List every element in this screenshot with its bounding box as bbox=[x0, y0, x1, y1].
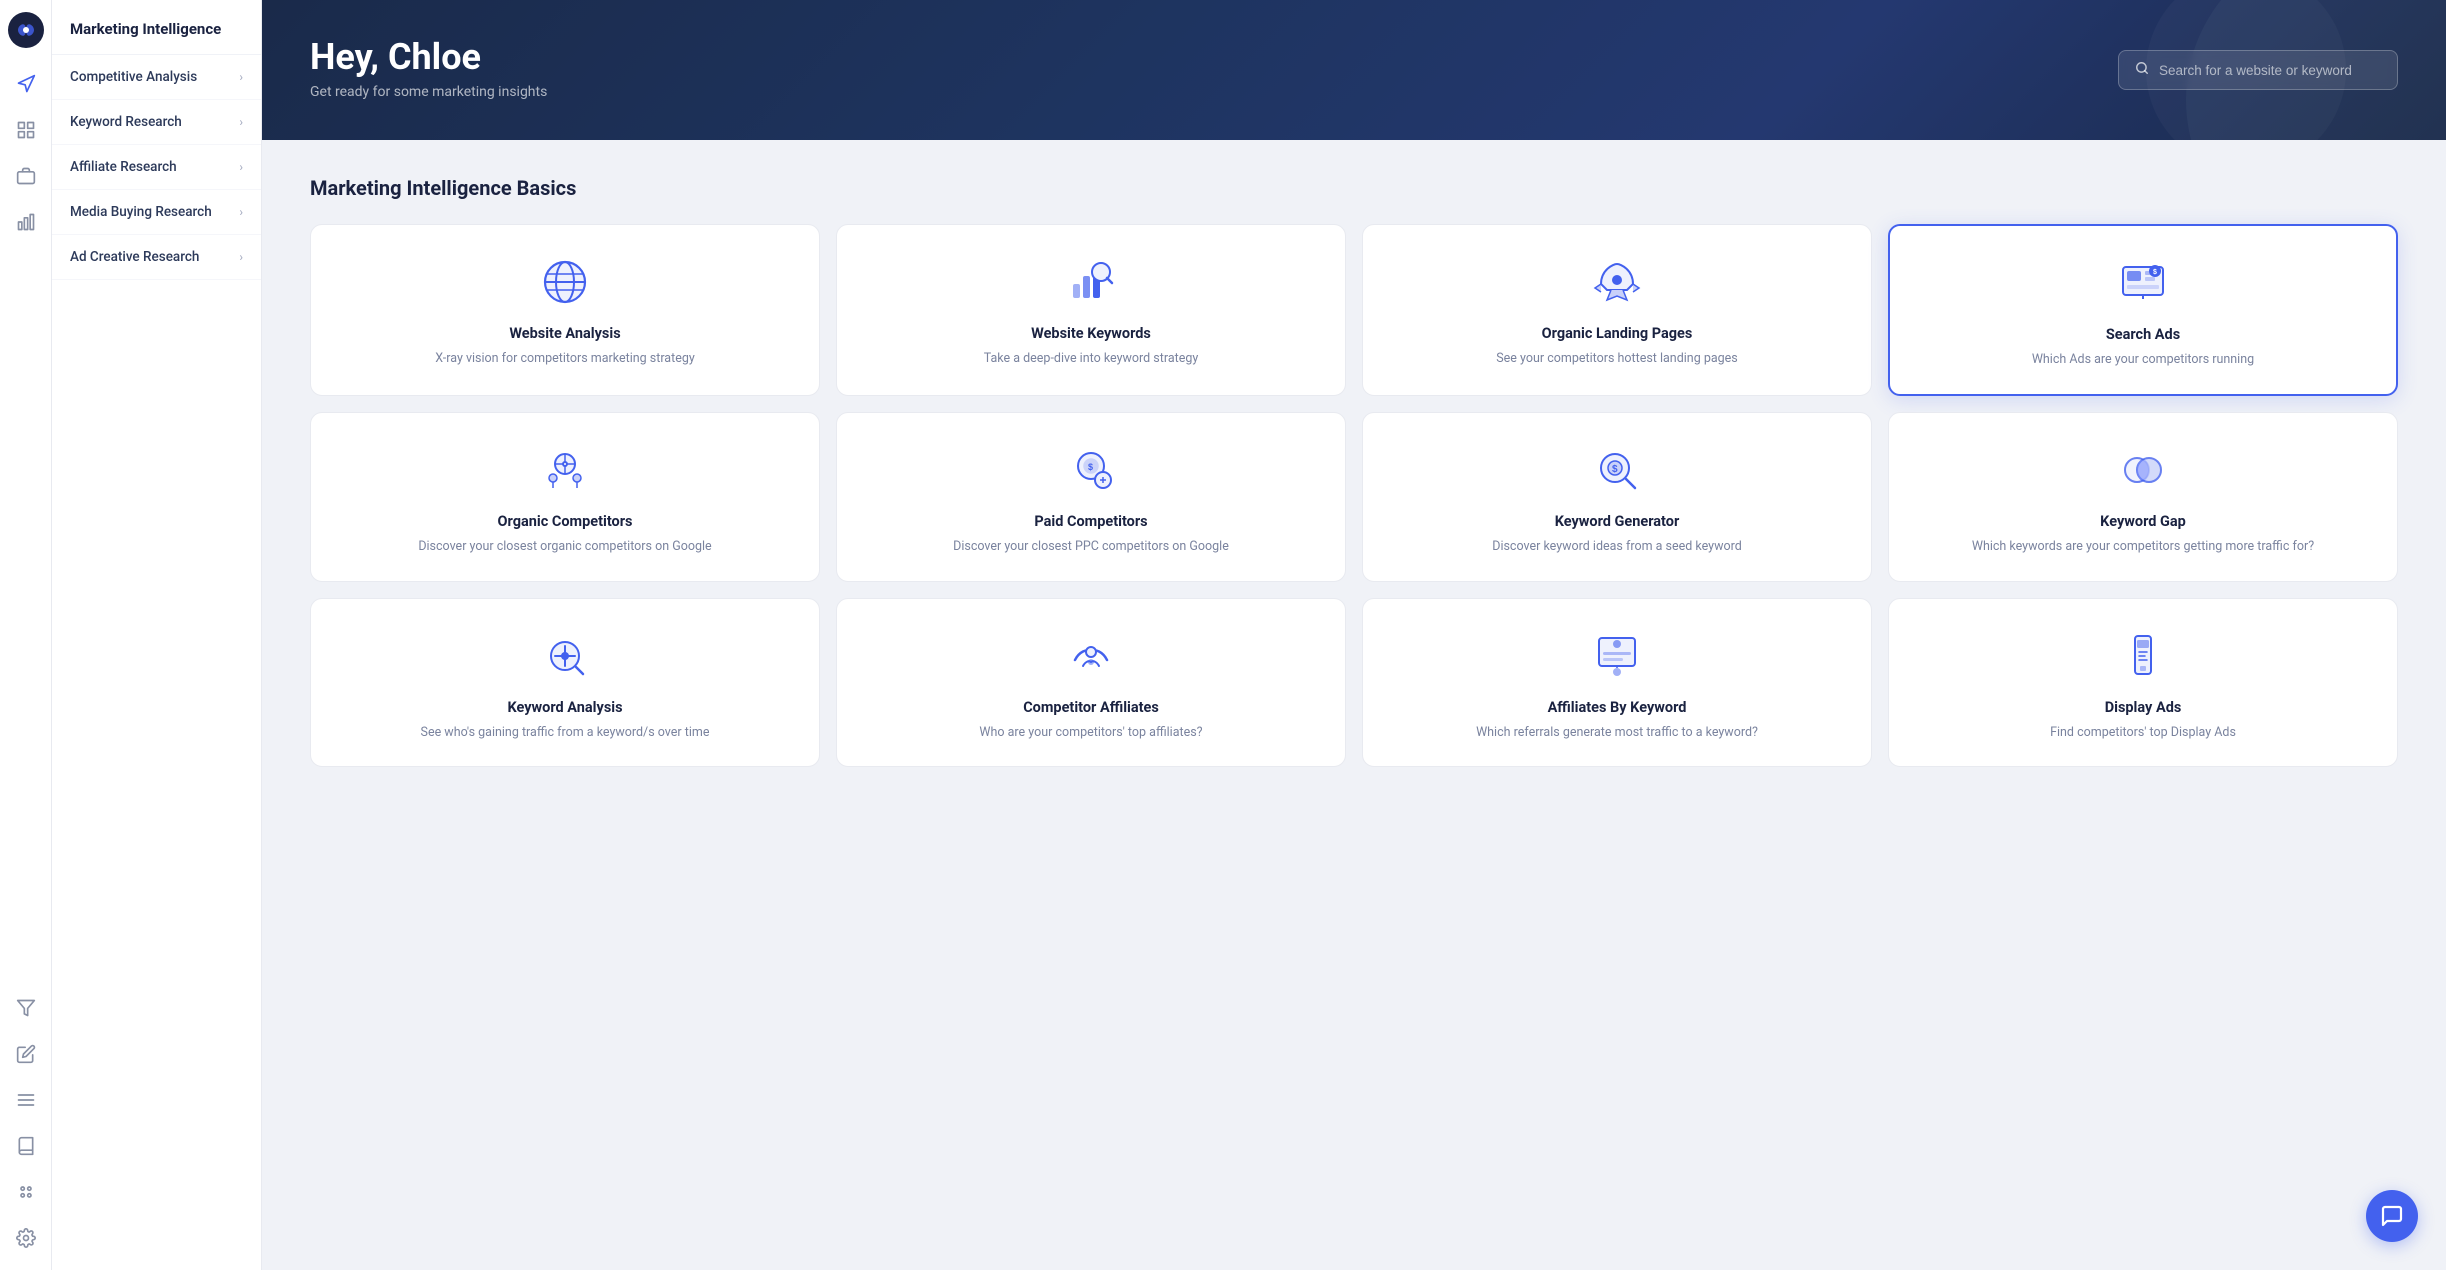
card-title: Organic Landing Pages bbox=[1542, 325, 1693, 342]
keyword-gen-icon: $ bbox=[1588, 441, 1646, 499]
megaphone-icon[interactable] bbox=[6, 64, 46, 104]
card-competitor-affiliates[interactable]: Competitor Affiliates Who are your compe… bbox=[836, 598, 1346, 768]
sidebar-item-keyword-research[interactable]: Keyword Research › bbox=[52, 100, 261, 145]
edit-icon[interactable] bbox=[6, 1034, 46, 1074]
card-title: Website Analysis bbox=[509, 325, 620, 342]
card-desc: Which Ads are your competitors running bbox=[2032, 351, 2254, 370]
card-keyword-gap[interactable]: Keyword Gap Which keywords are your comp… bbox=[1888, 412, 2398, 582]
sidebar-item-ad-creative-research[interactable]: Ad Creative Research › bbox=[52, 235, 261, 280]
card-title: Competitor Affiliates bbox=[1023, 699, 1159, 716]
sidebar: Marketing Intelligence Competitive Analy… bbox=[52, 0, 262, 1270]
main-area: Hey, Chloe Get ready for some marketing … bbox=[262, 0, 2446, 1270]
apps-icon[interactable] bbox=[6, 1172, 46, 1212]
chevron-right-icon: › bbox=[239, 115, 243, 129]
card-affiliates-by-keyword[interactable]: Affiliates By Keyword Which referrals ge… bbox=[1362, 598, 1872, 768]
cards-grid: Website Analysis X-ray vision for compet… bbox=[310, 224, 2398, 767]
card-desc: See your competitors hottest landing pag… bbox=[1496, 350, 1738, 369]
card-desc: Which keywords are your competitors gett… bbox=[1972, 538, 2314, 557]
paid-competitors-icon: $ bbox=[1062, 441, 1120, 499]
card-desc: Discover keyword ideas from a seed keywo… bbox=[1492, 538, 1742, 557]
sidebar-title: Marketing Intelligence bbox=[52, 0, 261, 55]
search-chart-icon bbox=[1062, 253, 1120, 311]
app-logo[interactable] bbox=[8, 12, 44, 48]
card-desc: Find competitors' top Display Ads bbox=[2050, 724, 2236, 743]
card-title: Affiliates By Keyword bbox=[1548, 699, 1687, 716]
section-title: Marketing Intelligence Basics bbox=[310, 176, 2398, 200]
card-paid-competitors[interactable]: $ Paid Competitors Discover your closest… bbox=[836, 412, 1346, 582]
card-organic-competitors[interactable]: Organic Competitors Discover your closes… bbox=[310, 412, 820, 582]
card-desc: Discover your closest PPC competitors on… bbox=[953, 538, 1229, 557]
competitors-icon bbox=[536, 441, 594, 499]
card-organic-landing-pages[interactable]: Organic Landing Pages See your competito… bbox=[1362, 224, 1872, 396]
header: Hey, Chloe Get ready for some marketing … bbox=[262, 0, 2446, 140]
book-icon[interactable] bbox=[6, 1126, 46, 1166]
sidebar-item-media-buying-research[interactable]: Media Buying Research › bbox=[52, 190, 261, 235]
chevron-right-icon: › bbox=[239, 250, 243, 264]
icon-rail bbox=[0, 0, 52, 1270]
card-desc: Take a deep-dive into keyword strategy bbox=[984, 350, 1199, 369]
card-title: Organic Competitors bbox=[498, 513, 633, 530]
chevron-right-icon: › bbox=[239, 70, 243, 84]
sidebar-item-affiliate-research[interactable]: Affiliate Research › bbox=[52, 145, 261, 190]
briefcase-icon[interactable] bbox=[6, 156, 46, 196]
affiliates-kw-icon bbox=[1588, 627, 1646, 685]
search-box[interactable] bbox=[2118, 50, 2398, 90]
display-ads-icon bbox=[2114, 627, 2172, 685]
grid-icon[interactable] bbox=[6, 110, 46, 150]
keyword-gap-icon bbox=[2114, 441, 2172, 499]
keyword-analysis-icon bbox=[536, 627, 594, 685]
card-desc: See who's gaining traffic from a keyword… bbox=[421, 724, 710, 743]
card-search-ads[interactable]: $ Search Ads Which Ads are your competit… bbox=[1888, 224, 2398, 396]
card-title: Keyword Generator bbox=[1555, 513, 1680, 530]
menu-icon[interactable] bbox=[6, 1080, 46, 1120]
globe-icon bbox=[536, 253, 594, 311]
card-website-analysis[interactable]: Website Analysis X-ray vision for compet… bbox=[310, 224, 820, 396]
card-desc: Who are your competitors' top affiliates… bbox=[979, 724, 1202, 743]
card-title: Keyword Gap bbox=[2100, 513, 2186, 530]
svg-text:$: $ bbox=[2153, 269, 2157, 276]
card-title: Display Ads bbox=[2105, 699, 2182, 716]
card-website-keywords[interactable]: Website Keywords Take a deep-dive into k… bbox=[836, 224, 1346, 396]
sidebar-item-competitive-analysis[interactable]: Competitive Analysis › bbox=[52, 55, 261, 100]
bar-chart-icon[interactable] bbox=[6, 202, 46, 242]
card-desc: Discover your closest organic competitor… bbox=[418, 538, 711, 557]
svg-text:$: $ bbox=[1088, 462, 1093, 472]
ad-screen-icon: $ bbox=[2114, 254, 2172, 312]
chevron-right-icon: › bbox=[239, 160, 243, 174]
card-keyword-analysis[interactable]: Keyword Analysis See who's gaining traff… bbox=[310, 598, 820, 768]
card-display-ads[interactable]: Display Ads Find competitors' top Displa… bbox=[1888, 598, 2398, 768]
card-desc: X-ray vision for competitors marketing s… bbox=[435, 350, 695, 369]
subtitle-text: Get ready for some marketing insights bbox=[310, 84, 2398, 100]
filter-icon[interactable] bbox=[6, 988, 46, 1028]
card-title: Paid Competitors bbox=[1034, 513, 1147, 530]
card-desc: Which referrals generate most traffic to… bbox=[1476, 724, 1758, 743]
settings-icon[interactable] bbox=[6, 1218, 46, 1258]
svg-text:$: $ bbox=[1612, 464, 1618, 475]
card-title: Search Ads bbox=[2106, 326, 2180, 343]
rocket-icon bbox=[1588, 253, 1646, 311]
greeting-text: Hey, Chloe bbox=[310, 36, 2398, 78]
content-area: Marketing Intelligence Basics Website An… bbox=[262, 140, 2446, 1270]
chat-button[interactable] bbox=[2366, 1190, 2418, 1242]
search-input[interactable] bbox=[2159, 63, 2381, 78]
card-keyword-generator[interactable]: $ Keyword Generator Discover keyword ide… bbox=[1362, 412, 1872, 582]
affiliates-icon bbox=[1062, 627, 1120, 685]
card-title: Keyword Analysis bbox=[507, 699, 622, 716]
search-icon bbox=[2135, 61, 2149, 79]
card-title: Website Keywords bbox=[1031, 325, 1151, 342]
chevron-right-icon: › bbox=[239, 205, 243, 219]
